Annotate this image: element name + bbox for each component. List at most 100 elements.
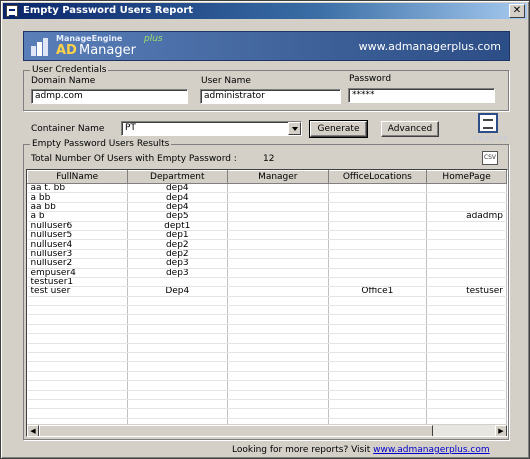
cell-empty <box>127 380 229 391</box>
cell-empty <box>27 314 128 325</box>
table-header-row: FullName Department Manager OfficeLocati… <box>27 170 507 184</box>
cell-empty <box>227 324 329 335</box>
cell-department: dep2 <box>127 239 229 250</box>
table-row-empty <box>27 352 507 363</box>
cell-homepage <box>426 192 507 203</box>
cell-fullname: test user <box>27 286 128 297</box>
cell-empty <box>127 314 229 325</box>
column-header-officelocations[interactable]: OfficeLocations <box>327 170 428 184</box>
cell-empty <box>127 333 229 344</box>
cell-homepage <box>426 183 507 194</box>
cell-fullname: a b <box>27 211 128 222</box>
table-row-empty <box>27 408 507 419</box>
scroll-right-icon[interactable]: ▶ <box>495 425 507 436</box>
cell-empty <box>328 324 428 335</box>
cell-officelocations: Office1 <box>328 286 428 297</box>
domain-name-input[interactable]: admp.com <box>31 89 188 104</box>
csv-export-icon[interactable]: CSV <box>482 151 498 165</box>
cell-department: dep4 <box>127 202 229 213</box>
cell-empty <box>328 314 428 325</box>
cell-officelocations <box>328 249 428 260</box>
cell-empty <box>27 333 128 344</box>
table-row-empty <box>27 324 507 335</box>
scroll-left-icon[interactable]: ◀ <box>27 425 39 436</box>
scrollbar-thumb[interactable] <box>39 425 433 436</box>
cell-manager <box>227 286 329 297</box>
cell-empty <box>127 296 229 307</box>
table-row-empty <box>27 305 507 316</box>
close-button[interactable]: ✕ <box>509 4 525 18</box>
table-row[interactable]: a b dep5 adadmp <box>27 211 507 222</box>
footer-link[interactable]: www.admanagerplus.com <box>373 445 490 455</box>
table-row[interactable]: nulluser2 dep3 <box>27 258 507 269</box>
brand-manageengine: ManageEngine <box>56 34 123 43</box>
cell-officelocations <box>328 258 428 269</box>
cell-empty <box>27 408 128 419</box>
container-name-select[interactable]: PT <box>121 121 302 136</box>
cell-empty <box>227 296 329 307</box>
table-row[interactable]: nulluser5 dep1 <box>27 230 507 241</box>
footer: Looking for more reports? Visit www.adma… <box>232 445 490 455</box>
advanced-button[interactable]: Advanced <box>381 121 439 137</box>
cell-manager <box>227 268 329 278</box>
cell-homepage <box>426 258 507 269</box>
table-row[interactable]: empuser4 dep3 <box>27 268 507 278</box>
cell-empty <box>426 296 507 307</box>
admanager-banner: ManageEngine AD Manager plus www.admanag… <box>23 31 510 61</box>
cell-manager <box>227 258 329 269</box>
table-row[interactable]: nulluser4 dep2 <box>27 239 507 250</box>
column-header-fullname[interactable]: FullName <box>27 170 128 184</box>
table-row[interactable]: aa t. bb dep4 <box>27 183 507 194</box>
horizontal-scrollbar[interactable]: ◀ ▶ <box>27 424 507 436</box>
cell-empty <box>127 361 229 372</box>
table-row[interactable]: nulluser6 dept1 <box>27 221 507 231</box>
table-row[interactable]: a bb dep4 <box>27 192 507 203</box>
generate-button[interactable]: Generate <box>309 120 368 138</box>
admanager-logo-icon <box>31 38 48 56</box>
cell-fullname: empuser4 <box>27 268 128 278</box>
table-row[interactable]: testuser1 <box>27 277 507 288</box>
cell-empty <box>328 296 428 307</box>
table-row[interactable]: test user Dep4 Office1 testuser <box>27 286 507 297</box>
cell-empty <box>27 390 128 401</box>
column-header-homepage[interactable]: HomePage <box>426 170 507 184</box>
table-row[interactable]: nulluser3 dep2 <box>27 249 507 260</box>
cell-empty <box>227 361 329 372</box>
cell-department: dep4 <box>127 183 229 194</box>
results-table-container[interactable]: FullName Department Manager OfficeLocati… <box>26 169 508 437</box>
cell-department: Dep4 <box>127 286 229 297</box>
cell-empty <box>227 333 329 344</box>
cell-empty <box>127 352 229 363</box>
cell-empty <box>227 408 329 419</box>
password-input[interactable]: ***** <box>348 88 495 103</box>
brand-plus: plus <box>144 34 163 44</box>
table-row-empty <box>27 380 507 391</box>
cell-empty <box>227 343 329 354</box>
cell-fullname: a bb <box>27 192 128 203</box>
cell-manager <box>227 230 329 241</box>
table-row[interactable]: aa bb dep4 <box>27 202 507 213</box>
brand-ad: AD <box>56 43 77 58</box>
cell-empty <box>426 361 507 372</box>
user-credentials-legend: User Credentials <box>32 65 107 75</box>
cell-department: dept1 <box>127 221 229 231</box>
cell-department: dep2 <box>127 249 229 260</box>
cell-empty <box>227 305 329 316</box>
title-bar[interactable]: Empty Password Users Report ✕ <box>3 3 527 19</box>
cell-empty <box>328 343 428 354</box>
cell-empty <box>27 380 128 391</box>
footer-text: Looking for more reports? Visit <box>232 445 371 455</box>
cell-fullname: nulluser2 <box>27 258 128 269</box>
column-header-department[interactable]: Department <box>126 170 229 184</box>
cell-empty <box>328 333 428 344</box>
cell-officelocations <box>328 239 428 250</box>
cell-empty <box>27 305 128 316</box>
cell-officelocations <box>328 192 428 203</box>
brand-manager: Manager <box>79 43 136 58</box>
cell-empty <box>328 380 428 391</box>
chevron-down-icon[interactable] <box>288 122 301 135</box>
cell-homepage <box>426 239 507 250</box>
window-title: Empty Password Users Report <box>23 5 194 16</box>
column-header-manager[interactable]: Manager <box>227 170 329 184</box>
user-name-input[interactable]: administrator <box>200 89 341 104</box>
